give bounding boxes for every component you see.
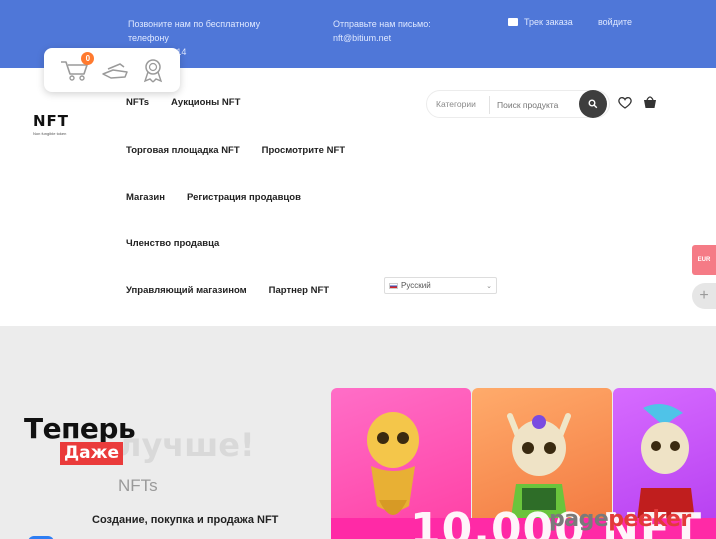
hero-nfts-label: NFTs bbox=[118, 476, 158, 495]
pagepeeker-watermark: pagepeeker bbox=[549, 507, 691, 532]
nav-row: NFTs Аукционы NFT bbox=[126, 97, 240, 108]
hero-badge: Даже bbox=[60, 442, 124, 465]
language-select[interactable]: Русский ⌄ bbox=[384, 277, 497, 294]
nav-item-auctions[interactable]: Аукционы NFT bbox=[171, 97, 240, 108]
watermark-part1: page bbox=[549, 507, 609, 532]
nav-item-shop[interactable]: Магазин bbox=[126, 192, 165, 203]
wishlist-heart-icon[interactable] bbox=[618, 96, 632, 109]
nav-row: Управляющий магазином Партнер NFT bbox=[126, 285, 329, 296]
nav-row: Членство продавца bbox=[126, 238, 219, 249]
nav-item-explore[interactable]: Просмотрите NFT bbox=[262, 145, 345, 156]
currency-tab[interactable]: EUR bbox=[692, 245, 716, 275]
email-block: Отправьте нам письмо: nft@bitium.net bbox=[333, 17, 431, 45]
category-select[interactable]: Категории bbox=[436, 99, 486, 109]
language-selected: Русский bbox=[401, 281, 431, 290]
plus-button[interactable]: + bbox=[692, 283, 716, 309]
hand-coin-icon[interactable] bbox=[100, 58, 130, 82]
nav-item-marketplace[interactable]: Торговая площадка NFT bbox=[126, 145, 240, 156]
hero-title: Теперь bbox=[24, 412, 136, 445]
email-label: Отправьте нам письмо: bbox=[333, 19, 431, 29]
logo-tagline: Non fungible token bbox=[33, 131, 67, 136]
hero-ghost-text: лучше! bbox=[118, 426, 255, 464]
phone-label: Позвоните нам по бесплатному телефону bbox=[128, 19, 261, 43]
track-order-label: Трек заказа bbox=[524, 17, 573, 27]
truck-icon bbox=[508, 18, 518, 26]
award-badge-icon[interactable] bbox=[141, 57, 165, 83]
ru-flag-icon bbox=[389, 282, 398, 289]
nav-item-nfts[interactable]: NFTs bbox=[126, 97, 149, 108]
track-order-link[interactable]: Трек заказа bbox=[508, 17, 573, 27]
nav-item-store-manager[interactable]: Управляющий магазином bbox=[126, 285, 247, 296]
nav-row: Торговая площадка NFT Просмотрите NFT bbox=[126, 145, 345, 156]
quick-icons-card: 0 bbox=[44, 48, 180, 92]
search-bar: Категории bbox=[426, 90, 610, 118]
hero-subtitle: Создание, покупка и продажа NFT bbox=[92, 514, 279, 526]
nav-row: Магазин Регистрация продавцов bbox=[126, 192, 301, 203]
watermark-part2: peeker bbox=[608, 507, 691, 532]
cart-count-badge: 0 bbox=[81, 52, 95, 65]
search-input[interactable] bbox=[497, 97, 571, 113]
nav-item-nft-partner[interactable]: Партнер NFT bbox=[269, 285, 329, 296]
search-divider bbox=[489, 96, 490, 114]
basket-icon[interactable] bbox=[643, 95, 657, 109]
site-logo[interactable]: NFT Non fungible token bbox=[33, 112, 81, 136]
chevron-down-icon: ⌄ bbox=[486, 282, 492, 290]
search-button[interactable] bbox=[579, 90, 607, 118]
login-link[interactable]: войдите bbox=[598, 17, 632, 27]
email-link[interactable]: nft@bitium.net bbox=[333, 31, 431, 45]
logo-text: NFT bbox=[33, 112, 70, 130]
cart-button[interactable]: 0 bbox=[59, 52, 95, 82]
nav-item-vendor-registration[interactable]: Регистрация продавцов bbox=[187, 192, 301, 203]
search-icon bbox=[588, 99, 598, 109]
nav-item-vendor-membership[interactable]: Членство продавца bbox=[126, 238, 219, 249]
